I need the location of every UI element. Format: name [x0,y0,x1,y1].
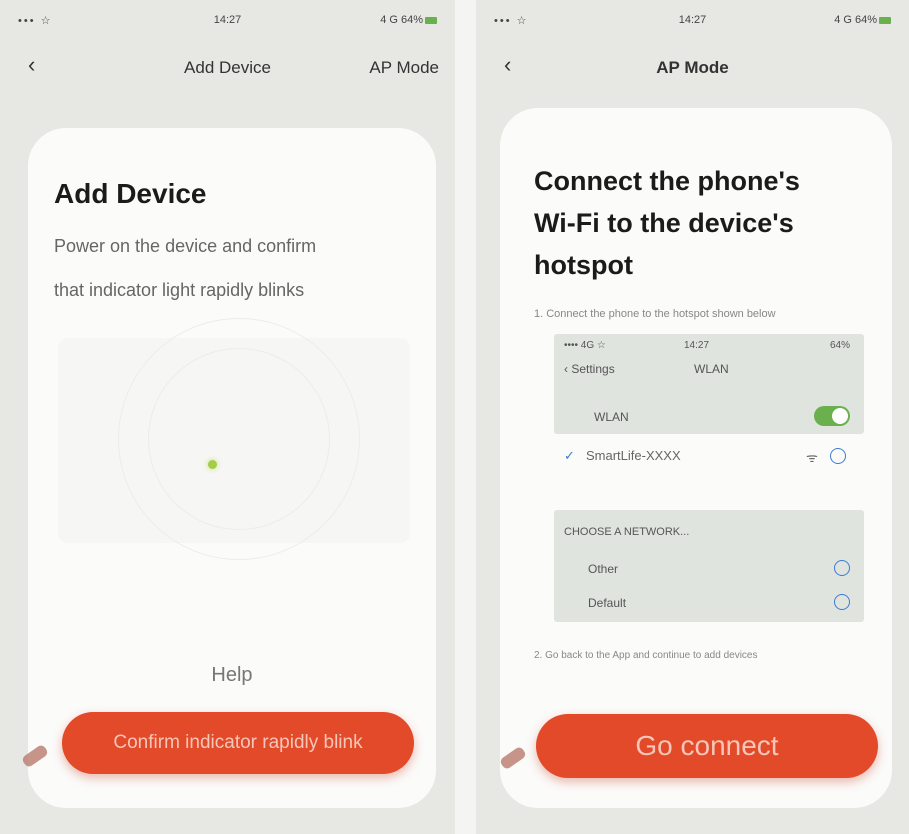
help-link[interactable]: Help [28,664,436,687]
network-item-2: Default [588,596,627,610]
choose-network-label: CHOOSE A NETWORK... [564,526,690,538]
status-bar: ••• ☆ 14:27 4 G 64% [476,0,909,36]
wifi-page-title: WLAN [694,362,729,376]
add-device-card: Add Device Power on the device and confi… [28,128,436,808]
go-connect-button[interactable]: Go connect [536,714,878,778]
battery-text: 4 G 64% [380,14,423,26]
battery-indicator: 4 G 64% [380,14,437,26]
confirm-blink-button[interactable]: Confirm indicator rapidly blink [62,712,414,774]
device-illustration [58,318,410,560]
ap-mode-screen: ••• ☆ 14:27 4 G 64% ‹ AP Mode Connect th… [476,0,909,834]
instruction-line-1: Power on the device and confirm [54,236,317,256]
wifi-back-settings: ‹ Settings [564,362,615,376]
wifi-screenshot-header: •••• 4G ☆ 14:27 64% ‹ Settings WLAN WLAN [554,334,864,434]
add-device-screen: ••• ☆ 14:27 4 G 64% ‹ Add Device AP Mode… [0,0,455,834]
step-1-text: 1. Connect the phone to the hotspot show… [534,308,776,320]
status-bar: ••• ☆ 14:27 4 G 64% [0,0,455,36]
wifi-network-list: CHOOSE A NETWORK... Other Default [554,510,864,622]
battery-indicator: 4 G 64% [834,14,891,26]
indicator-light-icon [208,460,217,469]
card-heading: Add Device [54,178,207,209]
battery-icon [879,16,891,24]
info-icon [834,560,850,576]
nav-bar: ‹ AP Mode [476,44,909,84]
ap-mode-link[interactable]: AP Mode [369,58,439,78]
connected-network-name: SmartLife-XXXX [586,448,681,463]
wifi-label: WLAN [594,410,629,424]
wifi-status-time: 14:27 [684,340,710,351]
wifi-signal-icon: ᯤ [806,450,818,465]
wifi-status-battery: 64% [829,340,850,351]
instruction-line-2: that indicator light rapidly blinks [54,280,305,300]
battery-text: 4 G 64% [834,14,877,26]
card-heading-line-2: Wi-Fi to the device's [534,208,794,238]
device-outline-outer [118,318,360,560]
info-icon [834,594,850,610]
nav-bar: ‹ Add Device AP Mode [0,44,455,84]
screen-divider [455,0,476,834]
card-heading-line-1: Connect the phone's [534,166,800,196]
page-title: AP Mode [656,58,729,77]
battery-icon [425,16,437,24]
network-item-1: Other [588,562,619,576]
info-icon [830,448,846,464]
connect-hotspot-card: Connect the phone's Wi-Fi to the device'… [500,108,892,808]
step-2-text: 2. Go back to the App and continue to ad… [534,650,758,661]
card-heading-line-3: hotspot [534,250,633,280]
wifi-toggle [814,406,850,426]
check-icon: ✓ [564,448,575,463]
